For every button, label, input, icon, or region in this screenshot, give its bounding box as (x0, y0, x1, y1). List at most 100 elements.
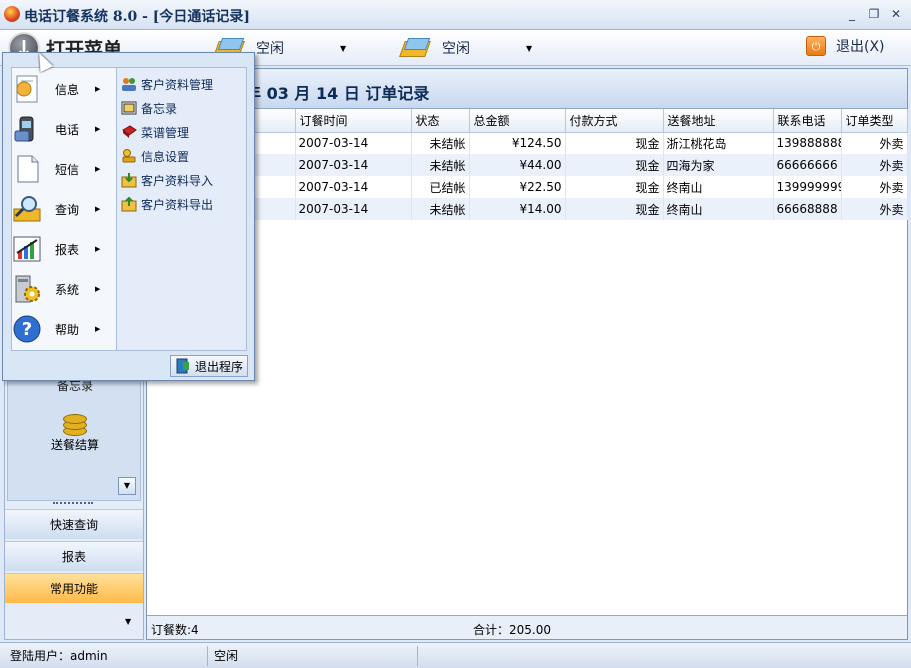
phone-line-icon (400, 37, 430, 59)
chevron-right-icon: ▶ (95, 245, 101, 253)
exit-door-icon (175, 358, 191, 374)
main-header: 年 03 月 14 日 订单记录 (147, 69, 907, 109)
chevron-down-icon: ▼ (340, 43, 347, 53)
submenu-customer-management[interactable]: 客户资料管理 (121, 74, 213, 94)
table-row[interactable]: 2007-03-14 未结帐 ¥124.50 现金 浙江桃花岛 13988888… (147, 132, 908, 154)
shortcut-panel: 备忘录 送餐结算 ▼ (7, 369, 141, 501)
users-icon (121, 76, 137, 92)
nav-common-functions[interactable]: 常用功能 (5, 573, 143, 603)
system-gear-icon (11, 273, 43, 305)
exit-button[interactable]: ⏻ 退出(X) (806, 36, 885, 56)
minimize-button[interactable]: _ (844, 6, 860, 22)
chevron-right-icon: ▶ (95, 165, 101, 173)
cell-type: 外卖 (841, 132, 908, 154)
menu-item-label: 信息 (55, 82, 80, 97)
col-header-status[interactable]: 状态 (411, 109, 470, 133)
menu-item-info[interactable]: 信息 ▶ (11, 71, 107, 107)
help-icon: ? (11, 313, 43, 345)
title-bar: 电话订餐系统 8.0 - [今日通话记录] _ ❐ ✕ (0, 0, 911, 30)
table-row[interactable]: 2007-03-14 未结帐 ¥14.00 现金 终南山 66668888 外卖 (147, 198, 908, 220)
cell-payment: 现金 (565, 132, 664, 154)
exit-program-label: 退出程序 (195, 359, 244, 374)
menu-item-sms[interactable]: 短信 ▶ (11, 151, 107, 187)
cell-amount: ¥124.50 (469, 132, 566, 154)
cell-phone: 66666666 (773, 154, 842, 176)
order-total: 合计：205.00 (473, 623, 551, 637)
scroll-down-button[interactable]: ▼ (118, 477, 136, 495)
submenu-recipe-management[interactable]: 菜谱管理 (121, 122, 189, 142)
col-header-payment[interactable]: 付款方式 (565, 109, 664, 133)
grid-footer: 订餐数:4 合计：205.00 (147, 615, 907, 639)
cell-status: 已结帐 (411, 176, 470, 198)
cell-payment: 现金 (565, 154, 664, 176)
submenu-customer-import[interactable]: 客户资料导入 (121, 170, 213, 190)
col-header-address[interactable]: 送餐地址 (663, 109, 774, 133)
cell-status: 未结帐 (411, 154, 470, 176)
menu-item-phone[interactable]: 电话 ▶ (11, 111, 107, 147)
chevron-right-icon: ▶ (95, 285, 101, 293)
chevron-down-icon: ▼ (526, 43, 533, 53)
cell-type: 外卖 (841, 176, 908, 198)
submenu-label: 客户资料导入 (141, 173, 214, 188)
col-header-amount[interactable]: 总金额 (469, 109, 566, 133)
line2-status-label: 空闲 (442, 41, 470, 57)
menu-item-label: 查询 (55, 202, 80, 217)
status-bar: 登陆用户：admin 空闲 (0, 642, 911, 668)
chevron-down-icon[interactable]: ▼ (125, 617, 131, 626)
cell-type: 外卖 (841, 154, 908, 176)
submenu-customer-export[interactable]: 客户资料导出 (121, 194, 213, 214)
line1-status-label: 空闲 (256, 41, 284, 57)
table-row[interactable]: 2007-03-14 已结帐 ¥22.50 现金 终南山 139999999 外… (147, 176, 908, 198)
cell-status: 未结帐 (411, 132, 470, 154)
export-icon (121, 196, 137, 212)
col-header-type[interactable]: 订单类型 (841, 109, 908, 133)
exit-program-button[interactable]: 退出程序 (170, 355, 248, 377)
status-empty (418, 646, 908, 666)
submenu-memo[interactable]: 备忘录 (121, 98, 177, 118)
menu-item-system[interactable]: 系统 ▶ (11, 271, 107, 307)
menu-item-report[interactable]: 报表 ▶ (11, 231, 107, 267)
delivery-settlement-shortcut[interactable]: 送餐结算 (8, 436, 142, 453)
col-header-phone[interactable]: 联系电话 (773, 109, 842, 133)
coins-icon[interactable] (59, 410, 91, 438)
nav-report[interactable]: 报表 (5, 541, 143, 571)
cell-time: 2007-03-14 (295, 132, 412, 154)
info-doc-icon (11, 73, 43, 105)
col-header-time[interactable]: 订餐时间 (295, 109, 412, 133)
orders-grid: 称 订餐时间 状态 总金额 付款方式 送餐地址 联系电话 订单类型 2007-0… (147, 109, 908, 220)
menu-item-help[interactable]: ? 帮助 ▶ (11, 311, 107, 347)
cell-phone: 139888888 (773, 132, 842, 154)
cell-address: 浙江桃花岛 (663, 132, 774, 154)
app-logo-icon (4, 6, 20, 22)
chevron-right-icon: ▶ (95, 125, 101, 133)
close-button[interactable]: ✕ (888, 6, 904, 22)
search-icon (11, 193, 43, 225)
submenu-label: 备忘录 (141, 101, 178, 116)
submenu-info-settings[interactable]: 信息设置 (121, 146, 189, 166)
cell-time: 2007-03-14 (295, 154, 412, 176)
cell-amount: ¥14.00 (469, 198, 566, 220)
menu-item-label: 帮助 (55, 322, 80, 337)
menu-item-label: 电话 (55, 122, 80, 137)
table-row[interactable]: 2007-03-14 未结帐 ¥44.00 现金 四海为家 66666666 外… (147, 154, 908, 176)
cell-address: 四海为家 (663, 154, 774, 176)
restore-button[interactable]: ❐ (866, 6, 882, 22)
splitter-grip[interactable] (53, 502, 93, 506)
cell-status: 未结帐 (411, 198, 470, 220)
cell-time: 2007-03-14 (295, 176, 412, 198)
cell-amount: ¥44.00 (469, 154, 566, 176)
menu-item-label: 短信 (55, 162, 80, 177)
import-icon (121, 172, 137, 188)
settings-icon (121, 148, 137, 164)
book-icon (121, 124, 137, 140)
chevron-right-icon: ▶ (95, 205, 101, 213)
menu-item-search[interactable]: 查询 ▶ (11, 191, 107, 227)
line2-status-dropdown[interactable]: 空闲 ▼ (400, 34, 532, 62)
sms-doc-icon (11, 153, 43, 185)
window-title: 电话订餐系统 8.0 - [今日通话记录] (24, 9, 251, 25)
submenu-label: 菜谱管理 (141, 125, 190, 140)
nav-quick-search[interactable]: 快速查询 (5, 509, 143, 539)
submenu-label: 客户资料管理 (141, 77, 214, 92)
cell-address: 终南山 (663, 198, 774, 220)
cell-phone: 66668888 (773, 198, 842, 220)
